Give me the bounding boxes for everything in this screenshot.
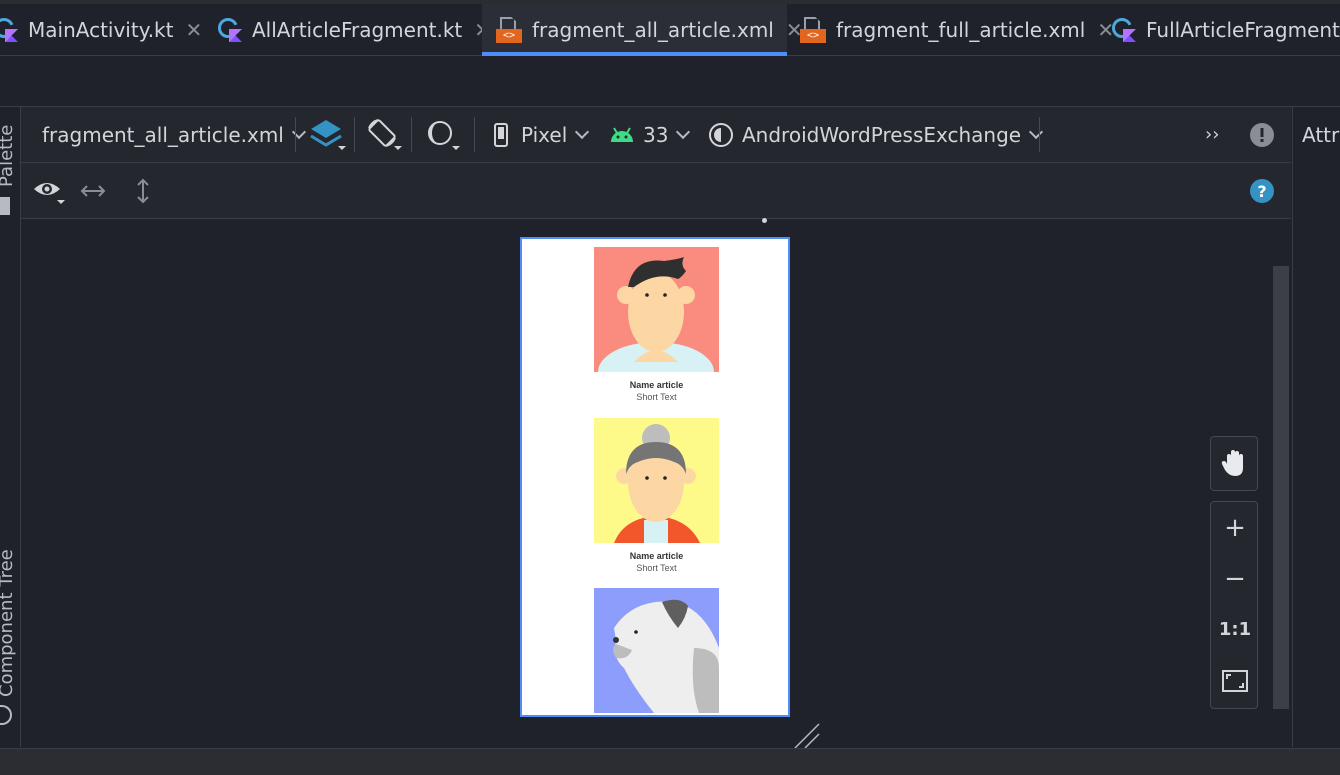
orientation-button[interactable]	[366, 107, 402, 162]
list-item[interactable]: Name article Short Text	[594, 247, 719, 402]
file-selector-dropdown[interactable]: fragment_all_article.xml	[42, 107, 306, 162]
zoom-actual-size-button[interactable]: 1:1	[1211, 604, 1259, 655]
horizontal-arrows-icon	[80, 184, 106, 197]
xml-file-icon: <>	[800, 17, 826, 43]
hand-icon	[1221, 449, 1243, 476]
view-options-button[interactable]	[33, 163, 69, 218]
palette-tool-button[interactable]: Palette	[0, 125, 17, 187]
night-mode-icon	[428, 120, 460, 150]
phone-icon	[494, 122, 508, 147]
layout-preview[interactable]: Name article Short Text Name article Sho…	[520, 237, 790, 717]
more-actions-button[interactable]: ››	[1205, 107, 1219, 162]
tab-label: MainActivity.kt	[28, 18, 174, 42]
device-selector-dropdown[interactable]: Pixel	[493, 107, 590, 162]
component-tree-icon	[0, 705, 12, 725]
resize-vertical-button[interactable]	[133, 163, 153, 218]
chevron-down-icon	[575, 124, 590, 139]
help-icon: ?	[1250, 178, 1274, 203]
palette-icon	[0, 197, 10, 215]
file-selector-label: fragment_all_article.xml	[42, 122, 284, 147]
vertical-scrollbar[interactable]	[1273, 266, 1289, 709]
kotlin-file-icon	[1112, 18, 1136, 42]
list-item[interactable]: Name article Short Text	[594, 418, 719, 573]
issues-button[interactable]	[1249, 107, 1275, 162]
design-toolbar: fragment_all_article.xml Pixel 33 Androi…	[21, 107, 1291, 163]
avatar-image	[594, 247, 719, 372]
left-tool-window-bar: Palette Component Tree	[0, 107, 21, 747]
article-name: Name article	[629, 380, 684, 390]
palette-label: Palette	[0, 124, 17, 187]
device-label: Pixel	[521, 122, 568, 147]
more-icon: ››	[1205, 124, 1220, 145]
design-canvas[interactable]: Name article Short Text Name article Sho…	[21, 218, 1291, 749]
tab-label: FullArticleFragment.kt	[1146, 18, 1340, 42]
api-level-label: 33	[643, 122, 669, 147]
help-button[interactable]: ?	[1249, 163, 1275, 218]
right-tool-window-bar: Attri	[1292, 107, 1340, 747]
rotate-icon	[368, 118, 402, 150]
component-tree-tool-button[interactable]: Component Tree	[0, 549, 17, 697]
night-mode-button[interactable]	[424, 107, 460, 162]
tab-full-article-fragment[interactable]: FullArticleFragment.kt	[1112, 4, 1340, 56]
kotlin-file-icon	[0, 18, 18, 42]
chevron-down-icon	[291, 124, 306, 139]
eye-icon	[34, 182, 65, 204]
theme-icon	[709, 122, 733, 147]
avatar-image	[594, 588, 719, 713]
theme-label: AndroidWordPressExchange	[742, 122, 1022, 147]
zoom-in-button[interactable]: +	[1211, 502, 1259, 553]
status-bar	[0, 748, 1340, 775]
warning-icon	[1250, 122, 1274, 147]
close-icon[interactable]: ✕	[185, 18, 202, 42]
android-icon	[611, 126, 633, 142]
attributes-tool-button[interactable]: Attri	[1302, 123, 1340, 147]
vertical-arrows-icon	[137, 178, 149, 203]
article-short-text: Short Text	[636, 392, 677, 402]
tab-label: AllArticleFragment.kt	[252, 18, 463, 42]
theme-selector-dropdown[interactable]: AndroidWordPressExchange	[708, 107, 1044, 162]
tab-label: fragment_full_article.xml	[836, 18, 1086, 42]
chevron-down-icon	[1029, 124, 1044, 139]
tab-fragment-all-article[interactable]: <> fragment_all_article.xml ✕	[482, 4, 803, 56]
article-short-text: Short Text	[636, 563, 677, 573]
plus-icon: +	[1224, 512, 1246, 543]
layers-icon	[310, 119, 346, 150]
design-surface-layers-button[interactable]	[310, 107, 346, 162]
avatar-image	[594, 418, 719, 543]
zoom-out-button[interactable]: −	[1211, 553, 1259, 604]
canvas-marker	[762, 218, 767, 223]
api-level-dropdown[interactable]: 33	[609, 107, 691, 162]
resize-horizontal-button[interactable]	[79, 163, 107, 218]
tab-label: fragment_all_article.xml	[532, 18, 774, 42]
chevron-down-icon	[676, 124, 691, 139]
minus-icon: −	[1224, 563, 1246, 594]
xml-file-icon: <>	[496, 17, 522, 43]
component-tree-label: Component Tree	[0, 549, 17, 697]
editor-tab-bar: MainActivity.kt ✕ AllArticleFragment.kt …	[0, 0, 1340, 56]
view-options-toolbar: ?	[21, 163, 1291, 219]
pan-tool-box	[1210, 436, 1258, 491]
svg-text:?: ?	[1257, 182, 1266, 201]
list-item[interactable]	[594, 588, 719, 713]
article-name: Name article	[629, 551, 684, 561]
zoom-controls: + − 1:1	[1210, 501, 1258, 709]
tab-fragment-full-article[interactable]: <> fragment_full_article.xml ✕	[800, 4, 1114, 56]
tab-main-activity[interactable]: MainActivity.kt ✕	[0, 4, 202, 56]
pan-button[interactable]	[1211, 437, 1259, 488]
editor-header-strip	[0, 56, 1340, 107]
kotlin-file-icon	[218, 18, 242, 42]
zoom-to-fit-button[interactable]	[1211, 655, 1259, 706]
fit-screen-icon	[1222, 669, 1248, 692]
one-to-one-label: 1:1	[1218, 619, 1252, 640]
tab-all-article-fragment[interactable]: AllArticleFragment.kt ✕	[218, 4, 491, 56]
